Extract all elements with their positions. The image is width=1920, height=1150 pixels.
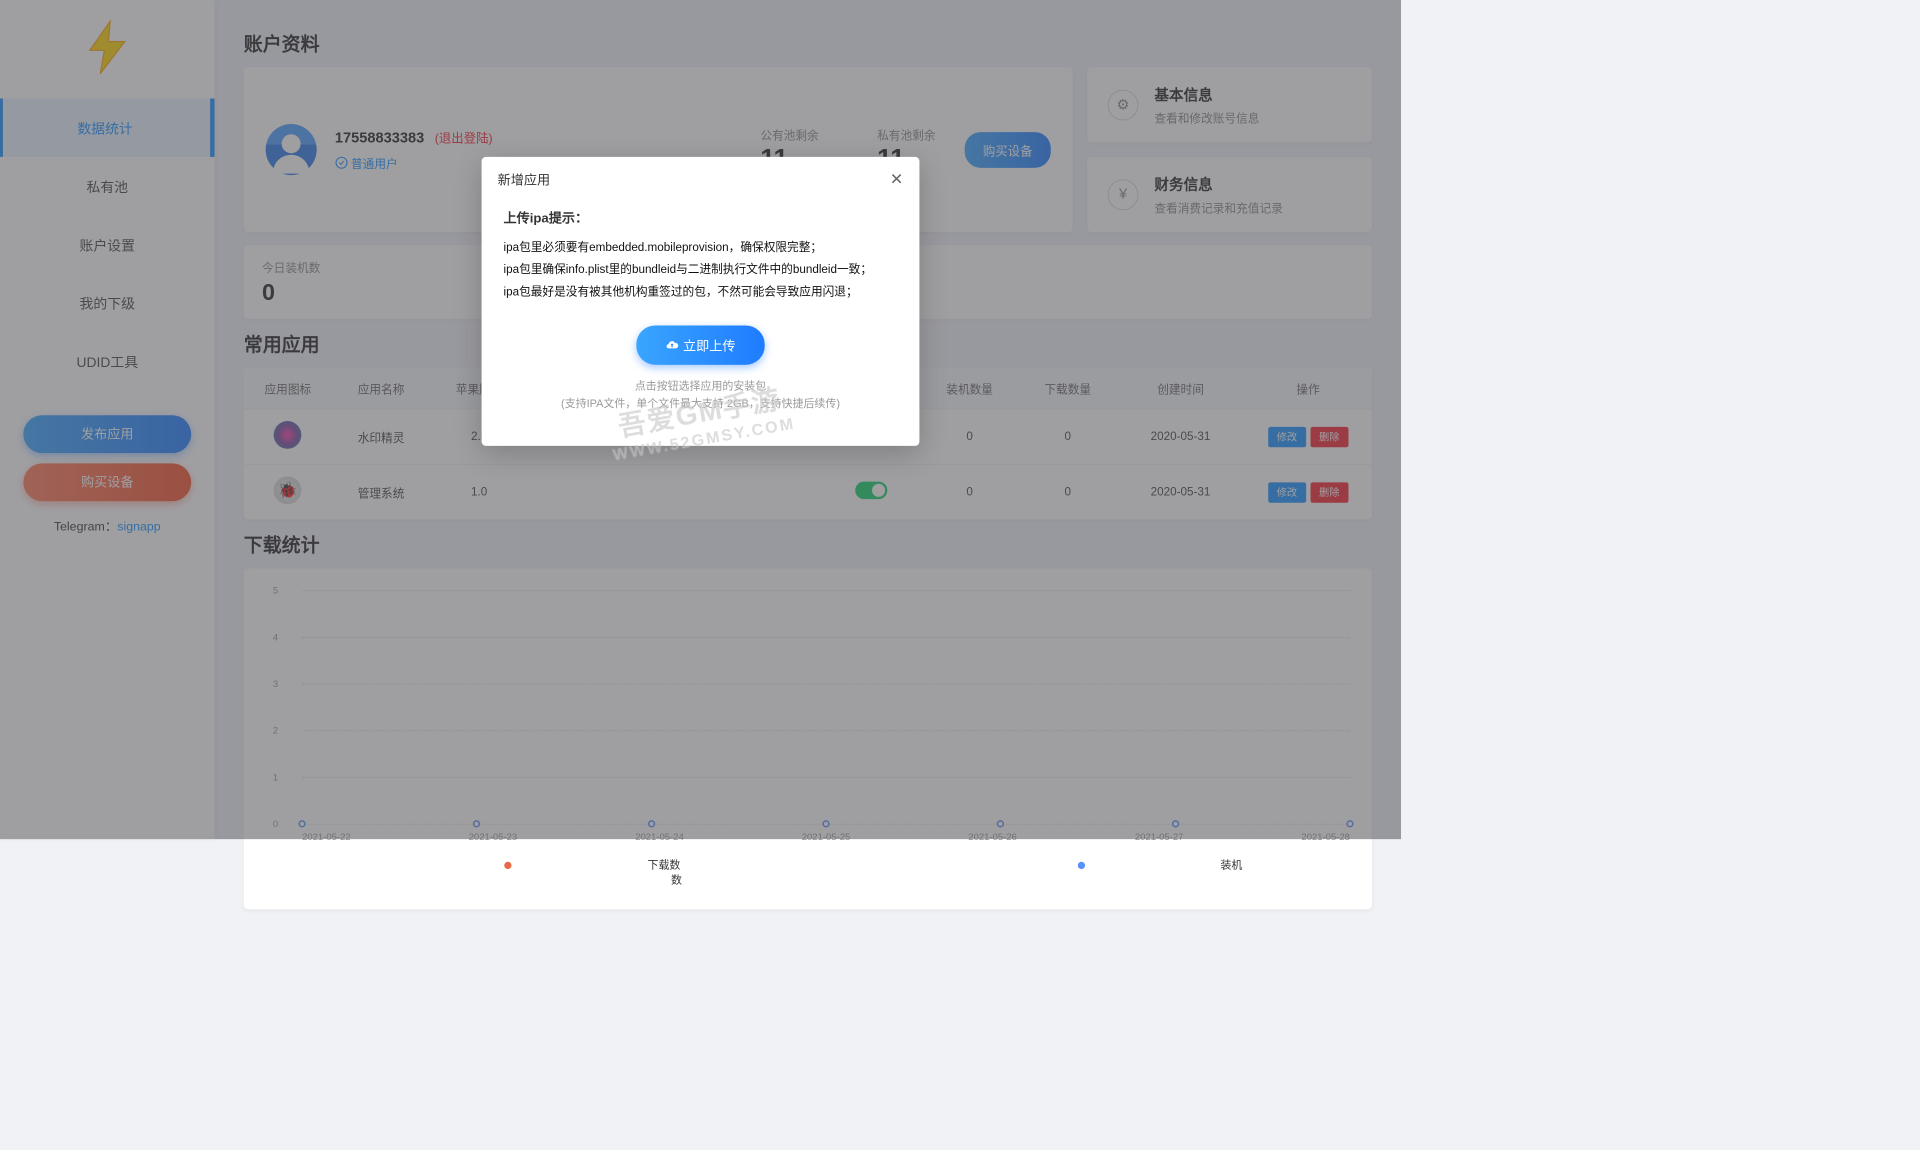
- tip-line: ipa包里必须要有embedded.mobileprovision，确保权限完整…: [503, 237, 897, 259]
- upload-tip-title: 上传ipa提示：: [503, 208, 897, 227]
- modal-title: 新增应用: [498, 170, 551, 189]
- add-app-modal: 新增应用 ✕ 上传ipa提示： ipa包里必须要有embedded.mobile…: [482, 157, 920, 446]
- chart-legend: 下载数 装机数: [266, 857, 1350, 888]
- upload-hint: (支持IPA文件，单个文件最大支持 2GB，支持快捷后续传): [503, 396, 897, 414]
- tip-line: ipa包最好是没有被其他机构重签过的包，不然可能会导致应用闪退；: [503, 282, 897, 304]
- tip-line: ipa包里确保info.plist里的bundleid与二进制执行文件中的bun…: [503, 259, 897, 281]
- close-icon[interactable]: ✕: [890, 170, 903, 189]
- app-root: 数据统计 私有池 账户设置 我的下级 UDID工具 发布应用 购买设备 Tele…: [0, 0, 1401, 839]
- upload-button[interactable]: 立即上传: [636, 326, 764, 365]
- cloud-upload-icon: [665, 339, 678, 352]
- modal-overlay[interactable]: 新增应用 ✕ 上传ipa提示： ipa包里必须要有embedded.mobile…: [0, 0, 1401, 839]
- upload-hint: 点击按钮选择应用的安装包: [503, 378, 897, 396]
